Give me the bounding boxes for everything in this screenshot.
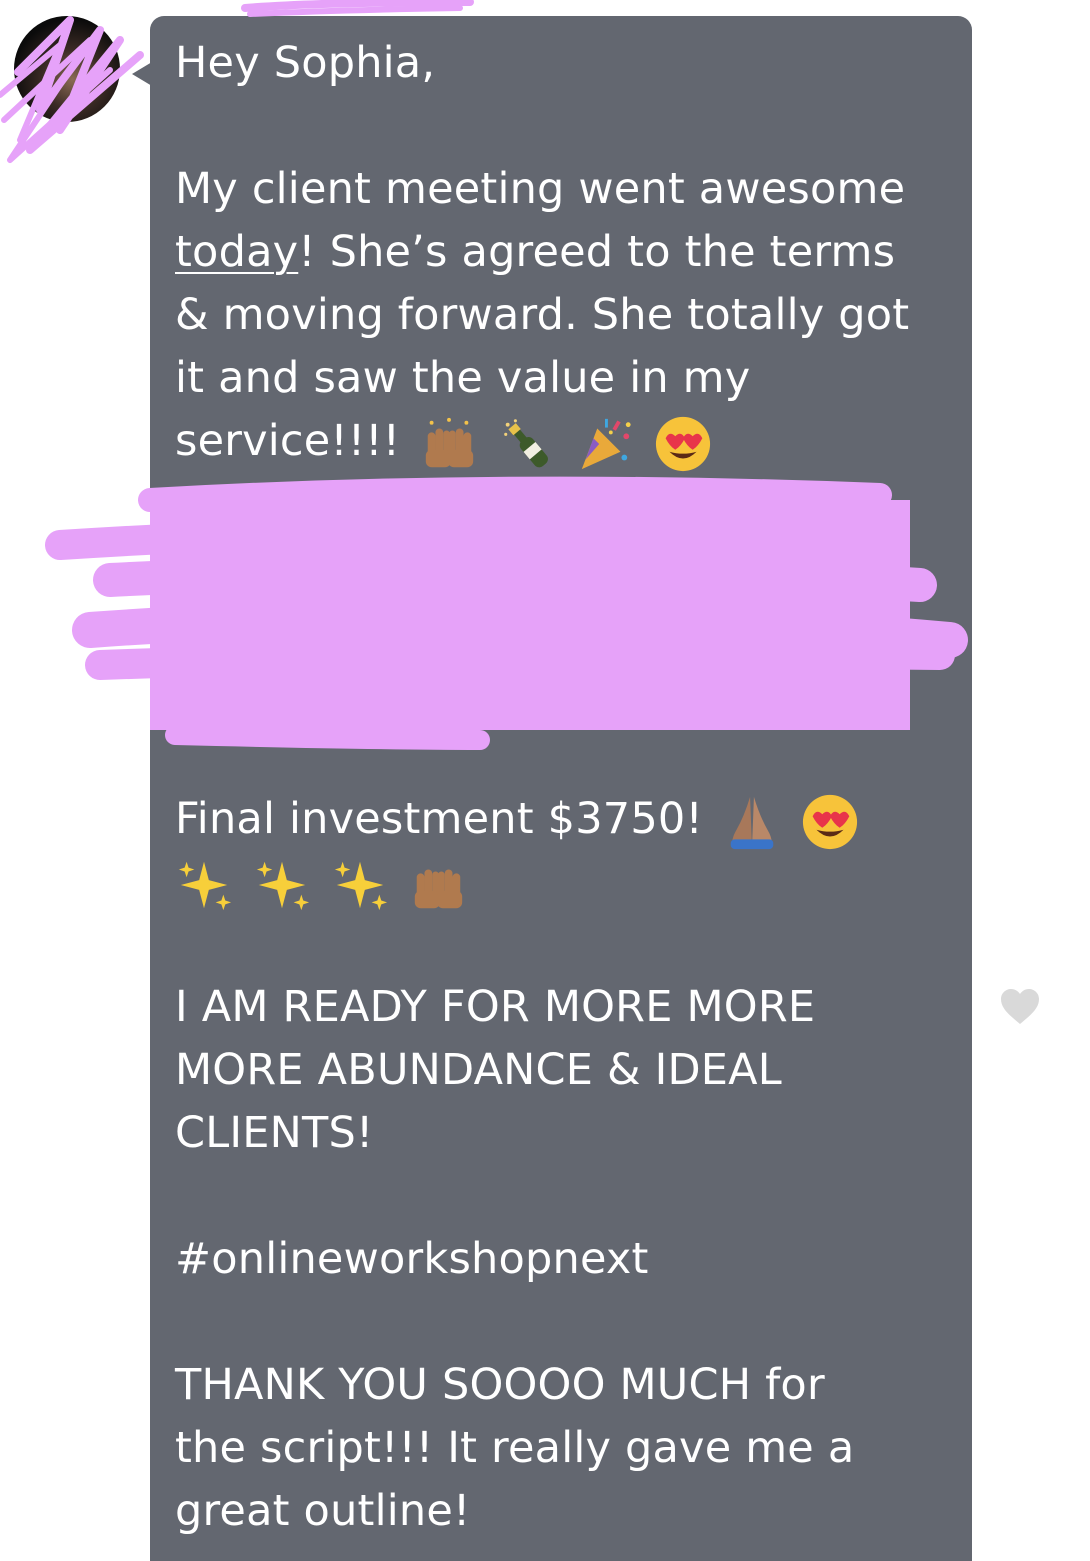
- message-line: My client meeting went awesome: [175, 164, 906, 214]
- message-line: & moving forward. She totally got: [175, 290, 910, 340]
- bubble-tail: [132, 62, 152, 86]
- message-line: [175, 851, 467, 914]
- message-line: Final investment $3750!: [175, 788, 859, 851]
- underlined-word: today: [175, 227, 299, 277]
- message-line: I AM READY FOR MORE MORE: [175, 982, 816, 1032]
- message-line: THANK YOU SOOOO MUCH for: [175, 1360, 825, 1410]
- raised-hands-icon: [409, 856, 467, 914]
- message-line: great outline!: [175, 1486, 471, 1536]
- message-line: it and saw the value in my: [175, 353, 751, 403]
- heart-eyes-emoji-icon: [654, 415, 712, 473]
- champagne-icon: [498, 415, 556, 473]
- hashtag[interactable]: #onlineworkshopnext: [175, 1228, 649, 1291]
- message-line: service!!!!: [175, 410, 712, 473]
- heart-icon[interactable]: [1000, 988, 1040, 1026]
- sparkles-icon: [253, 856, 311, 914]
- message-line: CLIENTS!: [175, 1108, 374, 1158]
- folded-hands-icon: [723, 793, 781, 851]
- heart-eyes-emoji-icon: [801, 793, 859, 851]
- message-text: Final investment $3750!: [175, 794, 703, 844]
- message-text: ! She’s agreed to the terms: [298, 227, 896, 277]
- sparkles-icon: [175, 856, 233, 914]
- message-greeting: Hey Sophia,: [175, 38, 436, 88]
- sparkles-icon: [331, 856, 389, 914]
- message-line: MORE ABUNDANCE & IDEAL: [175, 1045, 782, 1095]
- message-line: the script!!! It really gave me a: [175, 1423, 855, 1473]
- raised-hands-icon: [420, 415, 478, 473]
- message-text: service!!!!: [175, 416, 401, 466]
- message-line: today! She’s agreed to the terms: [175, 221, 895, 284]
- party-popper-icon: [576, 415, 634, 473]
- user-avatar[interactable]: [14, 16, 120, 122]
